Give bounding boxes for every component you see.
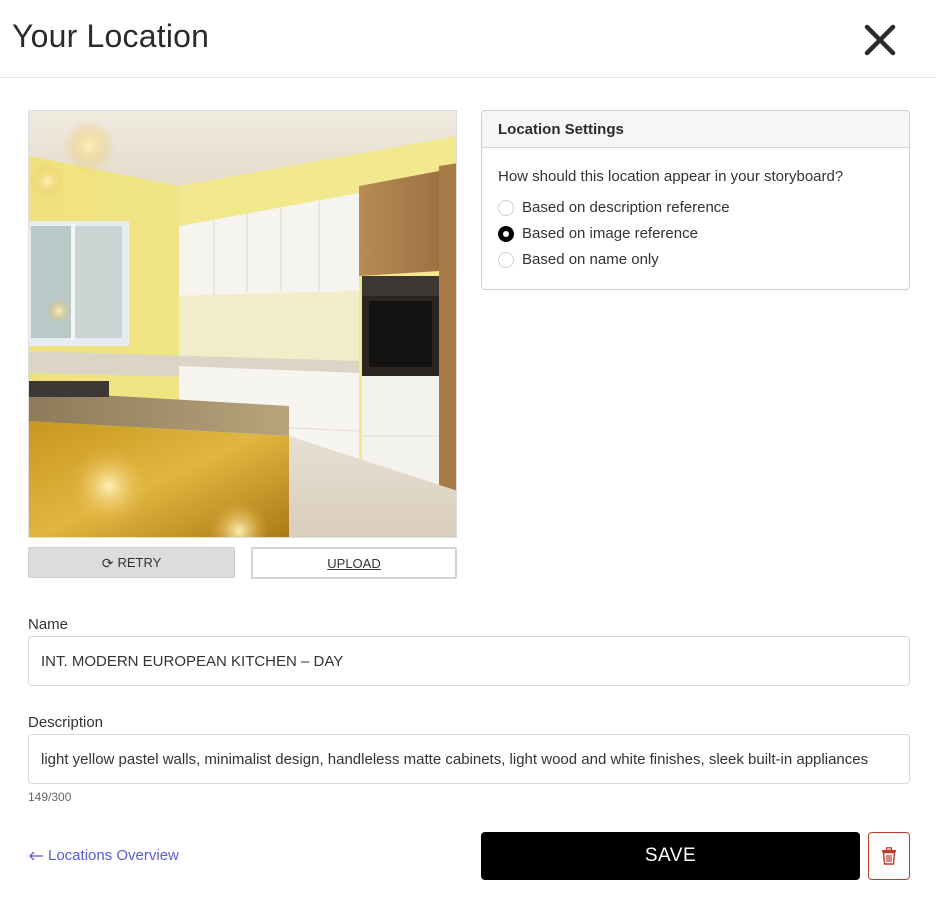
radio-indicator [498,199,514,216]
delete-button[interactable] [868,832,910,880]
trash-icon [882,847,896,865]
settings-question: How should this location appear in your … [498,168,844,185]
upload-label: UPLOAD [327,555,381,571]
radio-name-only[interactable]: Based on name only [498,251,659,268]
radio-label: Based on image reference [522,225,698,242]
radio-label: Based on description reference [522,199,730,216]
locations-overview-link[interactable]: Locations Overview [28,847,179,864]
back-link-label: Locations Overview [48,847,179,864]
name-label: Name [28,616,69,633]
save-button[interactable]: SAVE [481,832,860,880]
page-title: Your Location [12,18,210,54]
char-counter: 149/300 [28,790,72,804]
retry-label: RETRY [117,555,162,570]
radio-indicator [498,251,514,268]
upload-button[interactable]: UPLOAD [251,547,457,579]
settings-title: Location Settings [482,111,909,148]
radio-description-reference[interactable]: Based on description reference [498,199,730,216]
save-label: SAVE [644,845,697,866]
location-settings-panel: Location Settings How should this locati… [481,110,910,290]
refresh-icon: ⟳ [101,554,114,571]
name-input[interactable] [28,636,910,686]
close-button[interactable] [860,20,900,60]
header: Your Location [0,0,936,78]
close-icon [864,24,896,56]
retry-button[interactable]: ⟳ RETRY [28,547,235,578]
description-label: Description [28,714,104,731]
radio-image-reference[interactable]: Based on image reference [498,225,698,242]
description-input[interactable] [28,734,910,784]
location-image [28,110,457,538]
radio-indicator-selected [498,225,514,242]
radio-label: Based on name only [522,251,659,268]
arrow-left-icon [29,851,43,860]
